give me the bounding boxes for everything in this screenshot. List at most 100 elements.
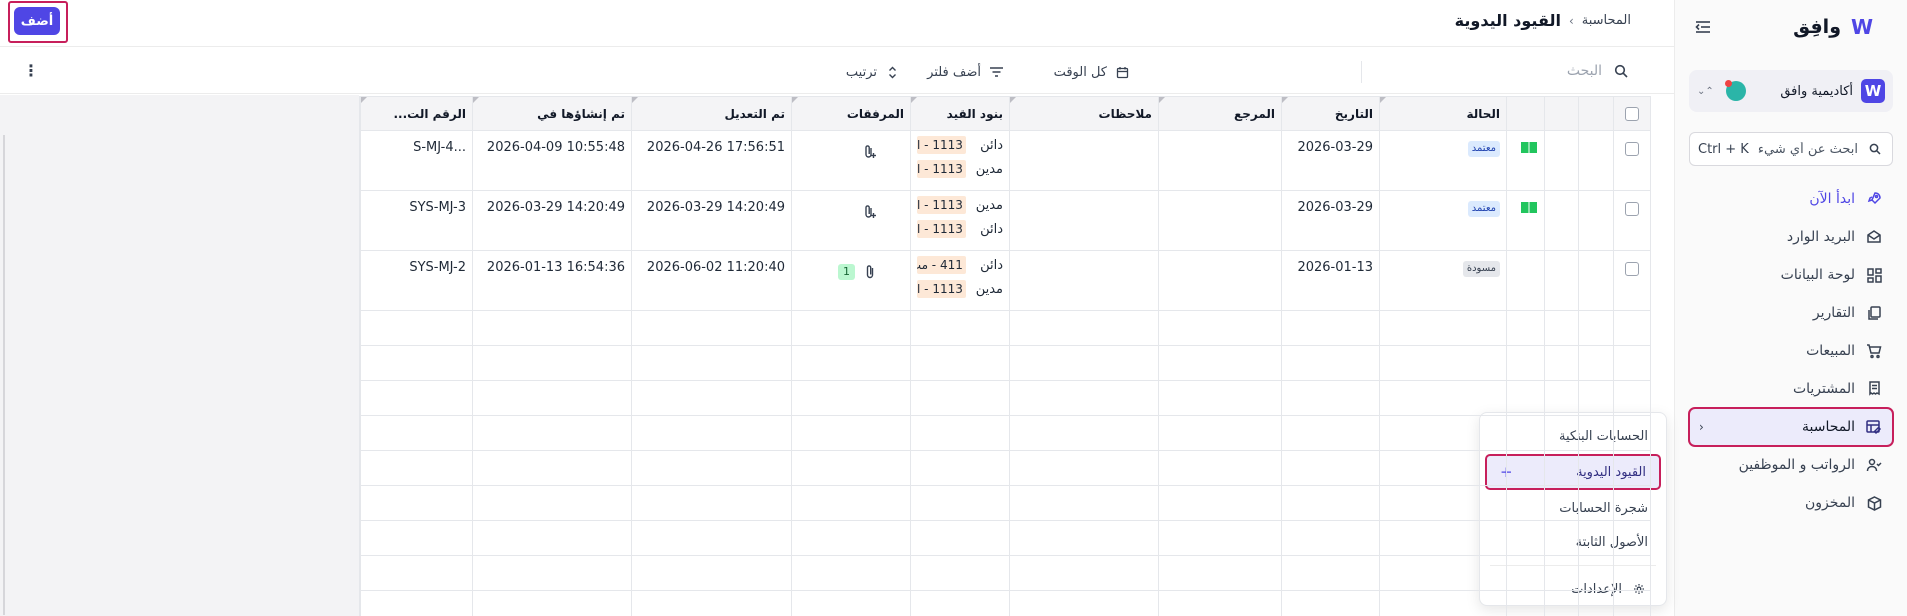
sort-button[interactable]: ترتيب xyxy=(846,61,901,83)
column-header-created[interactable]: تم إنشاؤها في xyxy=(472,96,632,131)
sidebar-search[interactable]: ابحث عن أي شيء... Ctrl + K xyxy=(1689,132,1893,166)
select-all-checkbox[interactable] xyxy=(1625,106,1639,121)
attachment-count[interactable]: 1 xyxy=(838,264,855,280)
status-cell: معتمد xyxy=(1379,130,1507,191)
empty-cell xyxy=(1578,345,1614,381)
sidebar-item-accounting[interactable]: المحاسبة ‹ xyxy=(1688,407,1894,447)
cart-icon xyxy=(1865,342,1883,360)
empty-cell xyxy=(910,310,1010,346)
date-cell: 2026-03-29 xyxy=(1281,190,1380,251)
sidebar-item-purchases[interactable]: المشتريات xyxy=(1689,370,1893,408)
attach-add-icon[interactable] xyxy=(860,143,878,161)
status-cell: مسودة xyxy=(1379,250,1507,311)
journals-table: الحالة التاريخ المرجع ملاحظات بنود القيد… xyxy=(359,96,1651,616)
logo-text: وافِق xyxy=(1793,16,1841,38)
empty-cell xyxy=(791,345,911,381)
empty-cell xyxy=(472,555,632,591)
company-switcher[interactable]: W أكاديمية وافق ⌃⌄ xyxy=(1689,70,1893,112)
row-checkbox[interactable] xyxy=(1625,201,1639,216)
dashboard-icon xyxy=(1865,266,1883,284)
empty-cell xyxy=(1544,590,1579,616)
sidebar-item-inbox[interactable]: البريد الوارد xyxy=(1689,218,1893,256)
row-checkbox[interactable] xyxy=(1625,141,1639,156)
add-button[interactable]: أضف xyxy=(14,7,60,35)
column-header-lines[interactable]: بنود القيد xyxy=(910,96,1010,131)
sidebar-item-sales[interactable]: المبيعات xyxy=(1689,332,1893,370)
column-header-number[interactable]: الرقم الت... xyxy=(360,96,473,131)
attachments-cell: 1 xyxy=(791,250,911,311)
empty-cell xyxy=(1281,345,1380,381)
empty-cell xyxy=(1158,555,1282,591)
empty-cell xyxy=(1613,415,1651,451)
row-journal-icon-cell xyxy=(1506,130,1545,191)
row-select-cell xyxy=(1613,190,1651,251)
created-cell: 2026-04-09 10:55:48 xyxy=(472,130,632,191)
sidebar-item-get-started[interactable]: ابدأ الآن xyxy=(1689,180,1893,218)
attach-add-icon[interactable] xyxy=(860,203,878,221)
scrollbar[interactable] xyxy=(3,135,5,615)
app-logo[interactable]: W وافِق xyxy=(1793,12,1873,42)
empty-cell xyxy=(1613,380,1651,416)
column-header-notes[interactable]: ملاحظات xyxy=(1009,96,1159,131)
chevron-left-icon: ‹ xyxy=(1699,420,1704,434)
empty-table-row xyxy=(360,310,1651,346)
empty-cell xyxy=(631,380,792,416)
sidebar-item-payroll[interactable]: الرواتب و الموظفين xyxy=(1689,446,1893,484)
column-header-modified[interactable]: تم التعديل xyxy=(631,96,792,131)
empty-cell xyxy=(910,485,1010,521)
empty-cell xyxy=(1544,380,1579,416)
empty-cell xyxy=(1578,415,1614,451)
search-input[interactable] xyxy=(1402,63,1602,79)
column-header-date[interactable]: التاريخ xyxy=(1281,96,1380,131)
paperclip-icon[interactable] xyxy=(861,263,879,281)
table-row[interactable]: معتمد 2026-03-29 مدين1113 - ال دائن1113 … xyxy=(360,190,1651,251)
add-filter-button[interactable]: أضف فلتر xyxy=(927,61,1005,83)
rocket-icon xyxy=(1865,190,1883,208)
sidebar-collapse-icon[interactable] xyxy=(1693,17,1713,37)
search-icon xyxy=(1612,62,1630,80)
empty-cell xyxy=(631,520,792,556)
account-code-chip: 1113 - ال xyxy=(917,280,966,298)
column-header-reference[interactable]: المرجع xyxy=(1158,96,1282,131)
sidebar-item-label: المحاسبة xyxy=(1801,419,1855,435)
empty-cell xyxy=(1158,520,1282,556)
sidebar-item-reports[interactable]: التقارير xyxy=(1689,294,1893,332)
empty-cell xyxy=(1613,555,1651,591)
empty-cell xyxy=(1578,555,1614,591)
notes-cell xyxy=(1009,250,1159,311)
select-all-cell xyxy=(1613,96,1651,131)
empty-cell xyxy=(910,555,1010,591)
table-row[interactable]: مسودة 2026-01-13 دائن411 - مب مدين1113 -… xyxy=(360,250,1651,311)
filter-icon xyxy=(987,63,1005,81)
empty-cell xyxy=(1379,415,1507,451)
lines-cell: دائن1113 - ال مدين1113 - ال xyxy=(910,130,1010,191)
topbar: أضف المحاسبة › القيود اليدوية xyxy=(0,0,1674,47)
breadcrumb-parent[interactable]: المحاسبة xyxy=(1582,13,1631,28)
created-cell: 2026-03-29 14:20:49 xyxy=(472,190,632,251)
row-select-cell xyxy=(1613,130,1651,191)
empty-cell xyxy=(1506,310,1545,346)
status-badge: معتمد xyxy=(1467,141,1500,157)
empty-cell xyxy=(791,590,911,616)
empty-cell xyxy=(1281,380,1380,416)
sidebar-item-label: المخزون xyxy=(1804,495,1855,511)
empty-cell xyxy=(1544,345,1579,381)
row-checkbox[interactable] xyxy=(1625,261,1639,276)
column-header-status[interactable]: الحالة xyxy=(1379,96,1507,131)
more-options-icon[interactable]: ⋮ xyxy=(23,59,39,81)
empty-cell xyxy=(1544,555,1579,591)
number-cell: S-MJ-4... xyxy=(360,130,473,191)
time-range-button[interactable]: كل الوقت xyxy=(1054,61,1131,83)
empty-cell xyxy=(1613,590,1651,616)
sidebar-search-placeholder: ابحث عن أي شيء... xyxy=(1757,141,1858,157)
sidebar-item-label: المبيعات xyxy=(1806,343,1855,359)
empty-cell xyxy=(1544,485,1579,521)
empty-cell xyxy=(1009,380,1159,416)
sidebar-item-inventory[interactable]: المخزون xyxy=(1689,484,1893,522)
sidebar-item-dashboard[interactable]: لوحة البيانات xyxy=(1689,256,1893,294)
table-row[interactable]: معتمد 2026-03-29 دائن1113 - ال مدين1113 … xyxy=(360,130,1651,191)
empty-table-row xyxy=(360,450,1651,486)
row-blank-cell xyxy=(1544,130,1579,191)
empty-cell xyxy=(360,590,473,616)
column-header-attachments[interactable]: المرفقات xyxy=(791,96,911,131)
